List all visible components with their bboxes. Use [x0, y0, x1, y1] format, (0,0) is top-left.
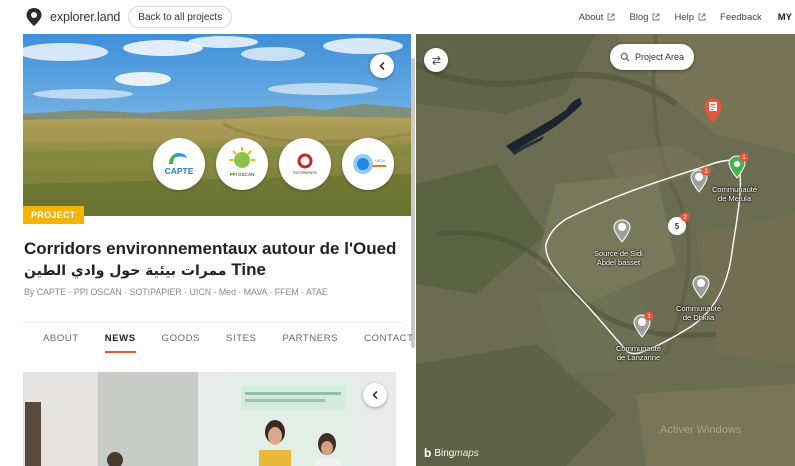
tab-goods[interactable]: GOODS: [162, 323, 200, 355]
nav-blog-link[interactable]: Blog: [629, 12, 660, 23]
project-tabs: ABOUT NEWS GOODS SITES PARTNERS CONTACT: [23, 322, 413, 355]
nav-help-link[interactable]: Help: [674, 12, 706, 23]
top-bar: explorer.land Back to all projects About…: [0, 0, 795, 34]
cluster-marker[interactable]: 5 2: [666, 210, 692, 238]
document-marker-icon[interactable]: [703, 97, 723, 125]
capte-logo[interactable]: CAPTE: [153, 138, 205, 190]
os-watermark: Activer Windows: [660, 424, 742, 436]
nav-about-link[interactable]: About: [579, 12, 616, 23]
ppi-oscan-logo[interactable]: PPI OSCAN: [216, 138, 268, 190]
project-title: Corridors environnementaux autour de l'O…: [24, 238, 404, 282]
top-nav: About Blog Help Feedback MY: [565, 0, 792, 34]
project-title-arabic: ممرات بيئية حول وادي الطين: [24, 263, 227, 279]
label-sidi-abdel-basset: Source de Sidi Abdel basset: [594, 249, 643, 267]
satellite-map[interactable]: Project Area 1 2 5 2 1 Communauté de Met…: [416, 34, 795, 466]
external-link-icon: [608, 13, 615, 21]
project-title-line1: Corridors environnementaux autour de l'O…: [24, 239, 397, 258]
nav-feedback-label: Feedback: [720, 11, 762, 23]
capte-logo-icon: CAPTE: [165, 152, 194, 176]
logo-text: explorer.land: [50, 10, 121, 24]
svg-text:UICN: UICN: [375, 158, 385, 163]
share-button[interactable]: [370, 54, 394, 78]
tab-sites[interactable]: SITES: [226, 323, 256, 355]
project-panel: CAPTE PPI OSCAN SOTIPAPIER UICN PROJECT …: [0, 34, 416, 466]
sotipapier-logo-icon: SOTIPAPIER: [293, 153, 317, 175]
green-site-marker[interactable]: 1: [726, 152, 750, 180]
nav-help-label: Help: [674, 11, 695, 23]
nav-blog-label: Blog: [629, 11, 649, 23]
external-link-icon: [698, 13, 706, 21]
nav-feedback-link[interactable]: Feedback: [720, 12, 762, 23]
label-dhkila: Communauté de Dhkila: [676, 304, 722, 322]
project-badge: PROJECT: [23, 206, 84, 224]
news-card[interactable]: [23, 372, 396, 466]
tab-partners[interactable]: PARTNERS: [282, 323, 338, 355]
tab-news[interactable]: NEWS: [104, 323, 136, 355]
tab-contact[interactable]: CONTACT: [364, 323, 413, 355]
nav-about-label: About: [578, 11, 604, 23]
label-metula: Communauté de Metula: [712, 185, 758, 203]
lanzarine-marker[interactable]: 1: [631, 311, 655, 339]
svg-text:CAPTE: CAPTE: [165, 166, 194, 176]
dhkila-marker[interactable]: [690, 273, 712, 301]
panel-scrollbar[interactable]: [411, 58, 415, 348]
uicn-logo[interactable]: UICN: [342, 138, 394, 190]
project-title-line2: Tine: [231, 260, 266, 279]
svg-text:PPI OSCAN: PPI OSCAN: [230, 172, 255, 177]
project-byline: By CAPTE · PPI OSCAN · SOTIPAPIER · UICN…: [24, 287, 328, 297]
svg-text:5: 5: [675, 222, 680, 231]
swap-view-button[interactable]: [424, 48, 448, 72]
landscape-photo: [23, 34, 411, 216]
back-to-projects-button[interactable]: Back to all projects: [128, 6, 233, 28]
external-link-icon: [653, 13, 660, 21]
bing-logo-icon: b: [424, 446, 432, 460]
bing-label: Bing: [434, 447, 455, 459]
hero-image: CAPTE PPI OSCAN SOTIPAPIER UICN: [23, 34, 411, 216]
zoom-icon: [620, 52, 630, 62]
sotipapier-logo[interactable]: SOTIPAPIER: [279, 138, 331, 190]
news-photo: [23, 372, 396, 466]
uicn-logo-icon: UICN: [353, 154, 386, 174]
map-attribution: b Bing maps: [424, 446, 479, 460]
project-area-label: Project Area: [635, 52, 685, 62]
tab-about[interactable]: ABOUT: [43, 323, 79, 355]
label-lanzarine: Communauté de Lanzarine: [616, 344, 662, 362]
news-share-button[interactable]: [363, 383, 387, 407]
source-marker[interactable]: [611, 217, 633, 245]
swap-arrows-icon: [431, 55, 441, 65]
community-marker[interactable]: 2: [688, 166, 712, 194]
map-pin-logo-icon: [26, 8, 42, 26]
user-menu[interactable]: MY: [778, 12, 792, 23]
chevron-left-icon: [379, 62, 385, 70]
bing-maps-label: maps: [454, 447, 479, 459]
ppi-oscan-logo-icon: PPI OSCAN: [229, 147, 255, 177]
svg-text:SOTIPAPIER: SOTIPAPIER: [293, 170, 317, 175]
project-area-button[interactable]: Project Area: [610, 44, 695, 70]
site-logo[interactable]: explorer.land: [25, 7, 120, 27]
chevron-left-icon: [372, 391, 378, 399]
